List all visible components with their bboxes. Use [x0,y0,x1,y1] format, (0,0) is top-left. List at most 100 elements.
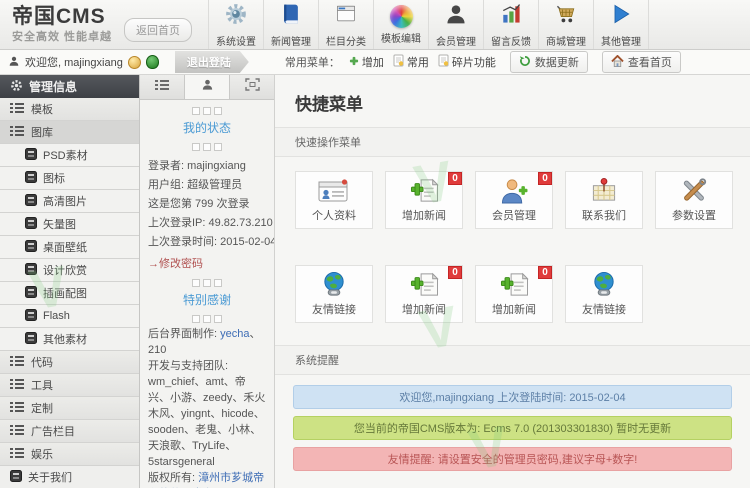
user-icon [444,2,468,31]
qq-icon [146,55,159,69]
nav-news-management[interactable]: 新闻管理 [264,0,319,49]
back-home-button[interactable]: 返回首页 [124,18,192,42]
sidebar-item-wallpaper[interactable]: 桌面壁纸 [0,236,139,259]
play-icon [609,2,633,31]
recycle-icon [519,55,531,70]
sidebar-item-ads[interactable]: 广告栏目 [0,420,139,443]
alert-info: 欢迎您,majingxiang 上次登陆时间: 2015-02-04 [293,385,732,409]
expand-icon [245,78,260,96]
sidebar-item-label: PSD素材 [43,147,88,163]
status-line-count: 这是您第 799 次登录 [148,195,266,214]
bar-chart-icon [499,2,523,31]
user-toolbar: 欢迎您, majingxiang 退出登陆 常用菜单： 增加 常用 碎片功能 [0,50,750,75]
globe-link-icon [319,271,349,303]
sidebar-item-code[interactable]: 代码 [0,351,139,374]
sidebar-item-label: Flash [43,310,70,322]
status-lines: 登录者: majingxiang 用户组: 超级管理员 这是您第 799 次登录… [140,151,274,252]
nav-label: 模板编辑 [381,30,421,45]
status-panel: 我的状态 登录者: majingxiang 用户组: 超级管理员 这是您第 79… [140,75,275,488]
sidebar-item-other-material[interactable]: 其他素材 [0,328,139,351]
card-label: 参数设置 [672,207,716,223]
card-badge: 0 [538,172,552,185]
tab-my-status[interactable] [185,75,230,99]
view-home-label: 查看首页 [628,54,672,70]
sidebar-item-flash[interactable]: Flash [0,305,139,328]
sidebar-item-tools[interactable]: 工具 [0,374,139,397]
decoration-squares [140,107,274,115]
sidebar-item-vector[interactable]: 矢量图 [0,213,139,236]
nav-label: 会员管理 [436,33,476,48]
logo: 帝国CMS 安全高效 性能卓越 [12,5,120,44]
sidebar-item-psd[interactable]: PSD素材 [0,144,139,167]
sidebar-item-gallery[interactable]: 图库 [0,121,139,144]
add-menu-link[interactable]: 增加 [349,54,384,70]
status-title: 我的状态 [140,119,274,136]
nav-feedback[interactable]: 留言反馈 [484,0,539,49]
sidebar-item-entertainment[interactable]: 娱乐 [0,443,139,466]
maker-link[interactable]: yecha [220,328,249,340]
card-badge: 0 [448,266,462,279]
status-line-ip: 上次登录IP: 49.82.73.210 [148,214,266,233]
card-add-news[interactable]: 0 增加新闻 [385,171,463,229]
copyright-label: 版权所有: [148,472,198,484]
nav-column-category[interactable]: 栏目分类 [319,0,374,49]
view-home-button[interactable]: 查看首页 [602,51,681,73]
logo-title: 帝国CMS [12,5,120,28]
list-icon [155,78,169,96]
common-menu-link[interactable]: 常用 [393,54,429,70]
nav-label: 新闻管理 [271,33,311,48]
map-pin-icon [589,177,619,209]
card-contact-us[interactable]: 联系我们 [565,171,643,229]
card-friend-links[interactable]: 友情链接 [295,265,373,323]
nav-template-edit[interactable]: 模板编辑 [374,0,429,49]
sidebar-item-label: 图标 [43,170,65,186]
card-member-management[interactable]: 0 会员管理 [475,171,553,229]
data-update-button[interactable]: 数据更新 [510,51,588,73]
nav-member-management[interactable]: 会员管理 [429,0,484,49]
decoration-squares [140,315,274,323]
window-icon [334,2,358,31]
sidebar-item-template[interactable]: 模板 [0,98,139,121]
fragment-link[interactable]: 碎片功能 [438,54,496,70]
nav-mall-management[interactable]: 商城管理 [539,0,594,49]
tab-menu-list[interactable] [140,75,185,99]
sidebar-item-label: 模板 [31,101,53,117]
list-icon [10,378,24,393]
add-menu-label: 增加 [362,54,384,70]
nav-system-settings[interactable]: 系统设置 [208,0,264,49]
nav-other-management[interactable]: 其他管理 [594,0,649,49]
card-add-news[interactable]: 0 增加新闻 [475,265,553,323]
sidebar-item-label: 广告栏目 [31,423,75,439]
change-password-link[interactable]: →修改密码 [140,252,274,271]
card-friend-links[interactable]: 友情链接 [565,265,643,323]
sidebar-item-hd-pictures[interactable]: 高清图片 [0,190,139,213]
alerts: 欢迎您,majingxiang 上次登陆时间: 2015-02-04 您当前的帝… [275,375,750,471]
card-label: 增加新闻 [402,207,446,223]
tab-expand-view[interactable] [230,75,274,99]
sidebar-header: 管理信息 [0,75,139,98]
page-icon [393,54,404,70]
card-parameter-settings[interactable]: 参数设置 [655,171,733,229]
list-icon [10,447,24,462]
card-add-news[interactable]: 0 增加新闻 [385,265,463,323]
card-label: 增加新闻 [492,301,536,317]
sidebar-item-custom[interactable]: 定制 [0,397,139,420]
maker-label: 后台界面制作: [148,328,220,340]
card-profile[interactable]: 个人资料 [295,171,373,229]
color-wheel-icon [390,5,413,28]
sidebar-item-illustration[interactable]: 插画配图 [0,282,139,305]
data-update-label: 数据更新 [535,54,579,70]
sidebar-item-design[interactable]: 设计欣赏 [0,259,139,282]
sidebar-item-label: 插画配图 [43,285,87,301]
sidebar-item-icons[interactable]: 图标 [0,167,139,190]
decoration-squares [140,143,274,151]
medal-icon [128,56,141,69]
sidebar-item-about-us[interactable]: 关于我们 [0,466,139,488]
logout-button[interactable]: 退出登陆 [175,51,249,73]
folder-square-icon [25,286,37,301]
common-menu-label: 常用 [407,54,429,70]
thanks-title: 特别感谢 [140,291,274,308]
home-icon [611,55,624,70]
sidebar-item-label: 矢量图 [43,216,76,232]
card-badge: 0 [538,266,552,279]
